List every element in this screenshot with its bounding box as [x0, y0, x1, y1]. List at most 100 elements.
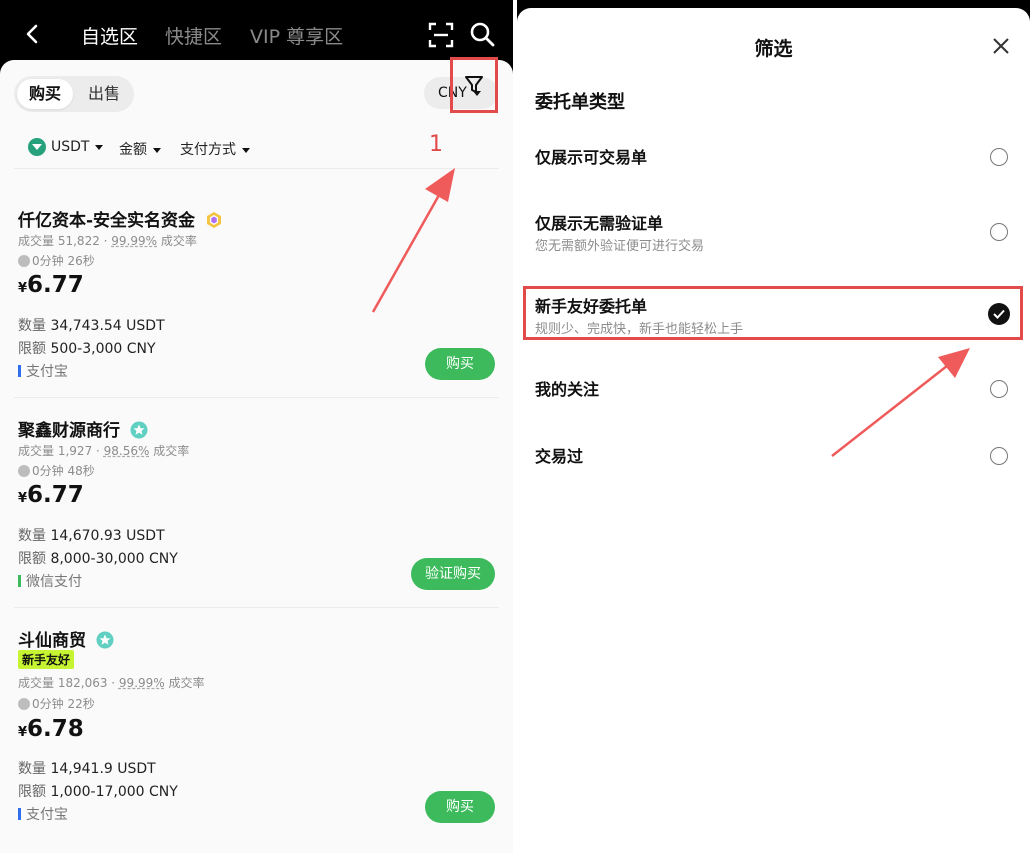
quantity-value: 34,743.54 USDT — [50, 318, 165, 334]
clock-icon — [18, 698, 30, 710]
funnel-icon — [465, 76, 483, 93]
option-label: 交易过 — [535, 447, 584, 466]
order-type-heading: 委托单类型 — [535, 92, 625, 113]
option-description: 您无需额外验证便可进行交易 — [535, 239, 705, 254]
payment-color-bar — [18, 365, 21, 377]
sell-tab[interactable]: 出售 — [76, 79, 132, 109]
payment-method: 微信支付 — [18, 571, 82, 591]
limit-label: 限额 — [18, 341, 46, 357]
merchant-name[interactable]: 仟亿资本-安全实名资金 — [18, 206, 223, 231]
verify-buy-button[interactable]: 验证购买 — [411, 558, 495, 590]
time-value: 0分钟 22秒 — [32, 697, 95, 711]
tab-express[interactable]: 快捷区 — [165, 22, 222, 49]
trade-stats: 成交量 1,927 · 98.56% 成交率 — [18, 444, 190, 458]
volume-value: 51,822 — [57, 234, 100, 248]
p2p-market-screen: 自选区 快捷区 VIP 尊享区 购买 出售 CNY USDT 金额 支付方式 1… — [0, 0, 513, 853]
quantity-label: 数量 — [18, 761, 46, 777]
currency-symbol: ¥ — [18, 725, 28, 740]
volume-label: 成交量 — [18, 444, 55, 458]
price-value: 6.77 — [27, 482, 84, 508]
quantity-value: 14,670.93 USDT — [50, 528, 165, 544]
buy-sell-toggle: 购买 出售 — [14, 76, 134, 112]
back-arrow-icon[interactable] — [18, 20, 46, 48]
divider — [14, 397, 499, 398]
volume-label: 成交量 — [18, 676, 55, 690]
completion-rate: 98.56% — [103, 444, 150, 458]
filter-modal: 筛选 委托单类型 仅展示可交易单 仅展示无需验证单 您无需额外验证便可进行交易 … — [517, 8, 1030, 853]
close-icon[interactable] — [991, 36, 1011, 56]
volume-label: 成交量 — [18, 234, 55, 248]
limit-label: 限额 — [18, 784, 46, 800]
avg-release-time: 0分钟 48秒 — [18, 462, 95, 479]
payment-text: 支付宝 — [26, 807, 68, 823]
filter-button-highlight[interactable] — [450, 57, 498, 113]
option-label: 我的关注 — [535, 380, 600, 399]
volume-value: 1,927 — [57, 444, 93, 458]
tab-vip[interactable]: VIP 尊享区 — [250, 22, 343, 49]
amount-filter-label: 金额 — [119, 142, 147, 158]
time-value: 0分钟 48秒 — [32, 464, 95, 478]
limit-value: 500-3,000 CNY — [50, 341, 156, 357]
merchant-name-text: 斗仙商贸 — [18, 631, 86, 651]
payment-text: 支付宝 — [26, 364, 68, 380]
avg-release-time: 0分钟 22秒 — [18, 695, 95, 712]
price-value: 6.77 — [27, 272, 84, 298]
limit-row: 限额 500-3,000 CNY — [18, 338, 156, 358]
caret-down-icon — [242, 147, 250, 153]
verified-hexagon-icon — [206, 212, 221, 228]
coin-filter-label: USDT — [51, 139, 90, 155]
rate-label: 成交率 — [168, 676, 205, 690]
amount-filter[interactable]: 金额 — [119, 139, 161, 159]
payment-filter[interactable]: 支付方式 — [180, 139, 250, 159]
radio-unchecked[interactable] — [990, 223, 1008, 241]
payment-color-bar — [18, 575, 21, 587]
unit-price: ¥6.78 — [18, 716, 84, 742]
search-icon[interactable] — [468, 20, 496, 48]
avg-release-time: 0分钟 26秒 — [18, 252, 95, 269]
limit-row: 限额 1,000-17,000 CNY — [18, 781, 178, 801]
filter-screen: 筛选 委托单类型 仅展示可交易单 仅展示无需验证单 您无需额外验证便可进行交易 … — [517, 0, 1030, 853]
rate-label: 成交率 — [153, 444, 190, 458]
currency-symbol: ¥ — [18, 491, 28, 506]
buy-button[interactable]: 购买 — [425, 348, 495, 380]
completion-rate: 99.99% — [118, 676, 165, 690]
trade-stats: 成交量 51,822 · 99.99% 成交率 — [18, 234, 197, 248]
verified-star-icon — [130, 421, 148, 439]
unit-price: ¥6.77 — [18, 482, 84, 508]
radio-unchecked[interactable] — [990, 447, 1008, 465]
quantity-label: 数量 — [18, 528, 46, 544]
merchant-name[interactable]: 聚鑫财源商行 — [18, 416, 148, 441]
clock-icon — [18, 465, 30, 477]
newbie-friendly-tag: 新手友好 — [18, 650, 75, 669]
option-label: 仅展示无需验证单 — [535, 214, 664, 233]
merchant-name-text: 仟亿资本-安全实名资金 — [18, 211, 196, 231]
radio-unchecked[interactable] — [990, 148, 1008, 166]
buy-button[interactable]: 购买 — [425, 791, 495, 823]
merchant-name[interactable]: 斗仙商贸 — [18, 626, 114, 651]
clock-icon — [18, 255, 30, 267]
limit-label: 限额 — [18, 551, 46, 567]
caret-down-icon — [95, 144, 104, 150]
payment-method: 支付宝 — [18, 361, 68, 381]
merchant-name-text: 聚鑫财源商行 — [18, 421, 120, 441]
modal-title: 筛选 — [754, 38, 793, 60]
currency-symbol: ¥ — [18, 281, 28, 296]
scan-icon[interactable] — [428, 22, 454, 48]
price-value: 6.78 — [27, 716, 84, 742]
limit-value: 1,000-17,000 CNY — [50, 784, 178, 800]
top-nav-bar: 自选区 快捷区 VIP 尊享区 — [0, 0, 513, 68]
quantity-value: 14,941.9 USDT — [50, 761, 156, 777]
quantity-row: 数量 34,743.54 USDT — [18, 315, 165, 335]
rate-label: 成交率 — [160, 234, 197, 248]
step-number: 1 — [429, 132, 443, 157]
divider — [14, 607, 499, 608]
caret-down-icon — [153, 147, 161, 153]
payment-filter-label: 支付方式 — [180, 142, 236, 158]
usdt-coin-icon — [28, 138, 46, 156]
trade-stats: 成交量 182,063 · 99.99% 成交率 — [18, 676, 205, 690]
buy-tab[interactable]: 购买 — [17, 79, 73, 109]
radio-unchecked[interactable] — [990, 380, 1008, 398]
coin-filter[interactable]: USDT — [28, 138, 104, 156]
tab-favorites[interactable]: 自选区 — [81, 22, 138, 49]
verified-star-icon — [96, 631, 114, 649]
